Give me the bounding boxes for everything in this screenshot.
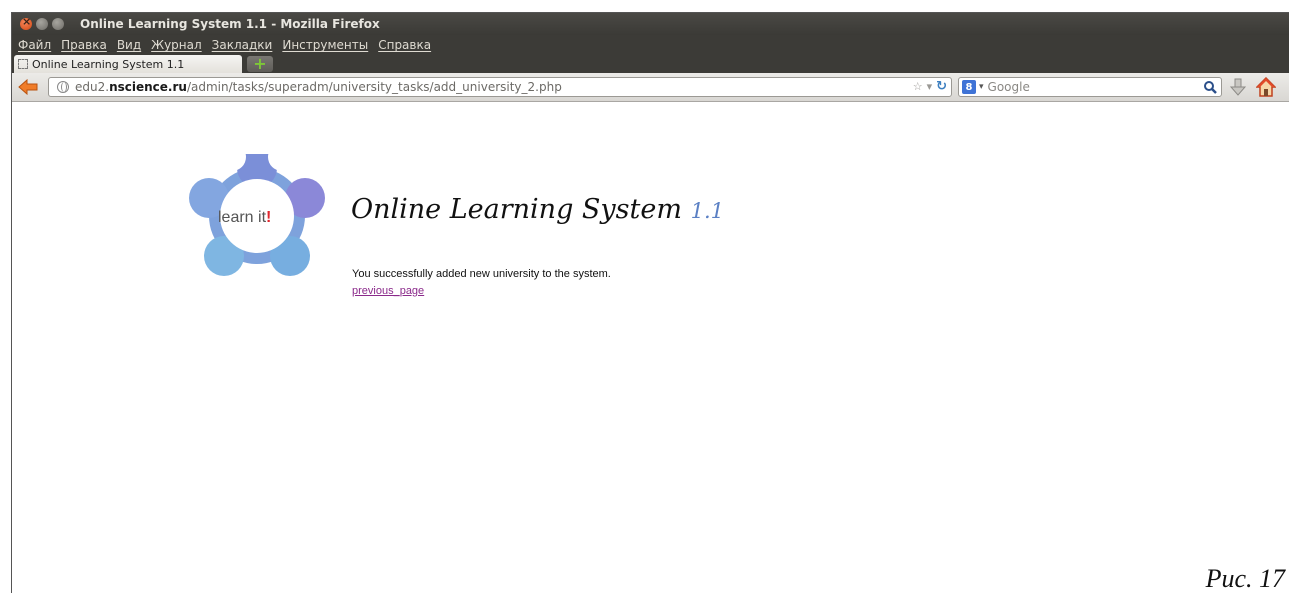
new-tab-button[interactable]: + (247, 56, 273, 72)
menu-history[interactable]: Журнал (151, 38, 202, 52)
plus-icon: + (253, 54, 267, 73)
globe-icon (57, 81, 69, 93)
url-path: /admin/tasks/superadm/university_tasks/a… (186, 80, 562, 94)
url-bar[interactable]: edu2. nscience.ru/admin/tasks/superadm/un… (48, 77, 952, 97)
success-message: You successfully added new university to… (352, 268, 611, 280)
window-title: Online Learning System 1.1 - Mozilla Fir… (80, 17, 380, 31)
search-bar[interactable]: 8 ▾ Google (958, 77, 1222, 97)
menu-bar: Файл Правка Вид Журнал Закладки Инструме… (12, 35, 1289, 55)
search-engine-icon[interactable]: 8 (962, 80, 976, 94)
maximize-icon[interactable] (52, 18, 64, 30)
menu-bookmarks[interactable]: Закладки (212, 38, 273, 52)
page-title-text: Online Learning System (351, 194, 682, 225)
page-title: Online Learning System 1.1 (351, 194, 724, 225)
url-host: nscience.ru (109, 80, 187, 94)
menu-tools[interactable]: Инструменты (282, 38, 368, 52)
figure-caption: Рис. 17 (1205, 564, 1285, 593)
page-content: learn it! Online Learning System 1.1 You… (12, 102, 1289, 593)
tab-label: Online Learning System 1.1 (32, 57, 185, 71)
page-icon (18, 59, 28, 69)
logo-exclaim: ! (266, 209, 271, 226)
logo-text: learn it (218, 209, 267, 226)
learn-it-logo: learn it! (187, 154, 327, 279)
menu-edit[interactable]: Правка (61, 38, 107, 52)
page-version: 1.1 (690, 199, 724, 223)
tab-bar: Online Learning System 1.1 + (12, 55, 1289, 73)
home-icon[interactable] (1256, 77, 1276, 97)
browser-window: Online Learning System 1.1 - Mozilla Fir… (11, 12, 1289, 593)
tab-online-learning[interactable]: Online Learning System 1.1 (14, 55, 242, 73)
back-arrow-icon (18, 79, 38, 95)
reload-icon[interactable]: ↻ (936, 79, 947, 94)
menu-file[interactable]: Файл (18, 38, 51, 52)
url-host-prefix: edu2. (75, 80, 110, 94)
minimize-icon[interactable] (36, 18, 48, 30)
menu-help[interactable]: Справка (378, 38, 431, 52)
magnifier-icon[interactable] (1203, 80, 1217, 94)
previous-page-link[interactable]: previous_page (352, 285, 424, 297)
close-icon[interactable] (20, 15, 32, 30)
navigation-toolbar: edu2. nscience.ru/admin/tasks/superadm/un… (12, 73, 1289, 102)
search-input[interactable]: Google (988, 80, 1030, 94)
download-icon[interactable] (1230, 78, 1246, 96)
title-bar: Online Learning System 1.1 - Mozilla Fir… (12, 13, 1289, 35)
star-icon[interactable]: ☆ (913, 80, 923, 93)
engine-dropdown-icon[interactable]: ▾ (979, 82, 984, 92)
back-button[interactable] (18, 77, 38, 97)
svg-text:learn it!: learn it! (218, 209, 271, 226)
history-dropdown-icon[interactable]: ▾ (927, 80, 933, 93)
menu-view[interactable]: Вид (117, 38, 141, 52)
